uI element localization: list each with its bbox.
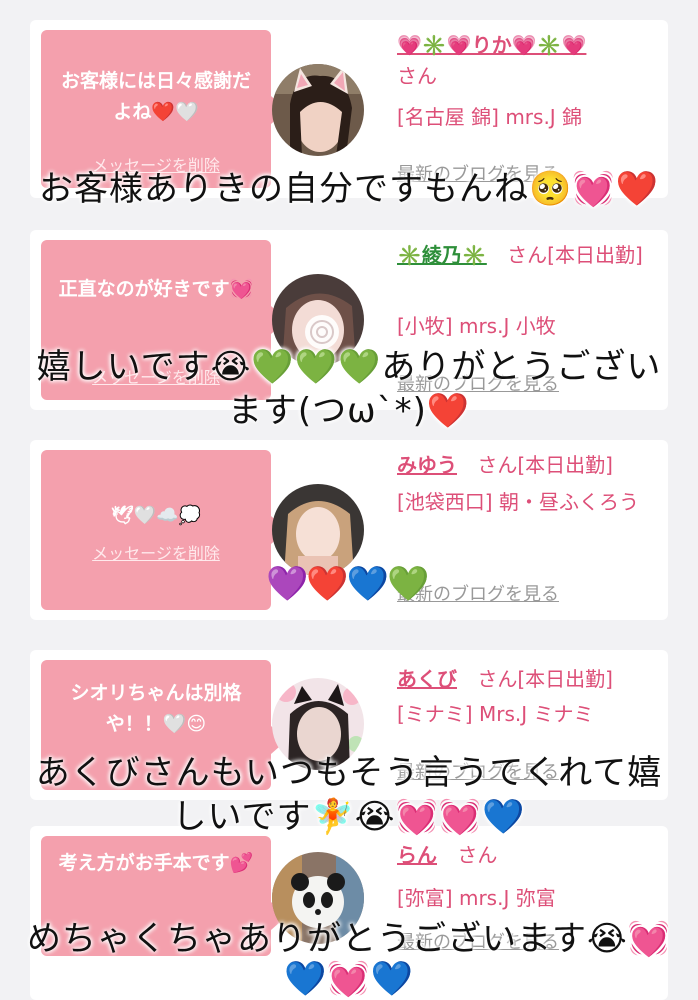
message-text: 🕊🤍☁️💭 [110,505,202,526]
cast-info: 💗✳️💗りか💗✳️💗 さん [名古屋 錦] mrs.J 錦 [397,30,662,133]
cast-location: [ミナミ] Mrs.J ミナミ [397,702,594,726]
cast-suffix: さん[本日出勤] [477,667,613,691]
cast-location: [弥富] mrs.J 弥富 [397,886,556,910]
overlay-caption: ます(つω`*)❤️ [227,391,471,431]
overlay-caption: しいです🧚😭💓💓💙 [172,797,526,837]
cast-info: あくび さん[本日出勤] [ミナミ] Mrs.J ミナミ [397,664,662,730]
cast-location: [名古屋 錦] mrs.J 錦 [397,105,583,129]
cast-location: [小牧] mrs.J 小牧 [397,314,556,338]
message-text: 考え方がお手本です💕 [58,852,254,874]
delete-message-link[interactable]: メッセージを削除 [41,540,271,564]
message-bubble: お客様には日々感謝だよね❤️🤍 メッセージを削除 [41,30,287,188]
overlay-caption: お客様ありきの自分ですもんね🥺💓❤️ [38,169,659,209]
cast-name-link[interactable]: 💗✳️💗りか💗✳️💗 [397,33,586,57]
cast-info: ✳️綾乃✳️ さん[本日出勤] [小牧] mrs.J 小牧 [397,240,662,342]
message-text: 正直なのが好きです💓 [58,278,254,300]
cast-suffix: さん [397,64,437,88]
cast-info: みゆう さん[本日出勤] [池袋西口] 朝・昼ふくろう [397,450,662,518]
avatar[interactable] [272,64,364,156]
message-text: シオリちゃんは別格や！！🤍😊 [70,682,242,735]
message-text: お客様には日々感謝だよね❤️🤍 [60,70,251,123]
avatar[interactable] [272,484,364,576]
overlay-caption: めちゃくちゃありがとうございます😭💓 [26,919,672,959]
message-bubble: 🕊🤍☁️💭 メッセージを削除 [41,450,287,610]
overlay-caption: 💙💓💙 [283,959,414,999]
cast-name-link[interactable]: あくび [397,667,457,691]
cast-name-link[interactable]: ✳️綾乃✳️ [397,243,487,267]
cast-suffix: さん[本日出勤] [507,243,643,267]
cast-location: [池袋西口] 朝・昼ふくろう [397,490,639,514]
cast-suffix: さん[本日出勤] [477,453,613,477]
overlay-hearts: 💜❤️💙💚 [266,564,429,604]
cast-name-link[interactable]: みゆう [397,453,457,477]
overlay-caption: 嬉しいです😭💚💚💚ありがとうござい [36,347,662,387]
cast-suffix: さん [457,843,498,867]
cast-info: らん さん [弥富] mrs.J 弥富 [397,840,662,914]
cast-name-link[interactable]: らん [397,843,437,867]
overlay-caption: あくびさんもいつもそう言うてくれて嬉 [35,753,663,793]
